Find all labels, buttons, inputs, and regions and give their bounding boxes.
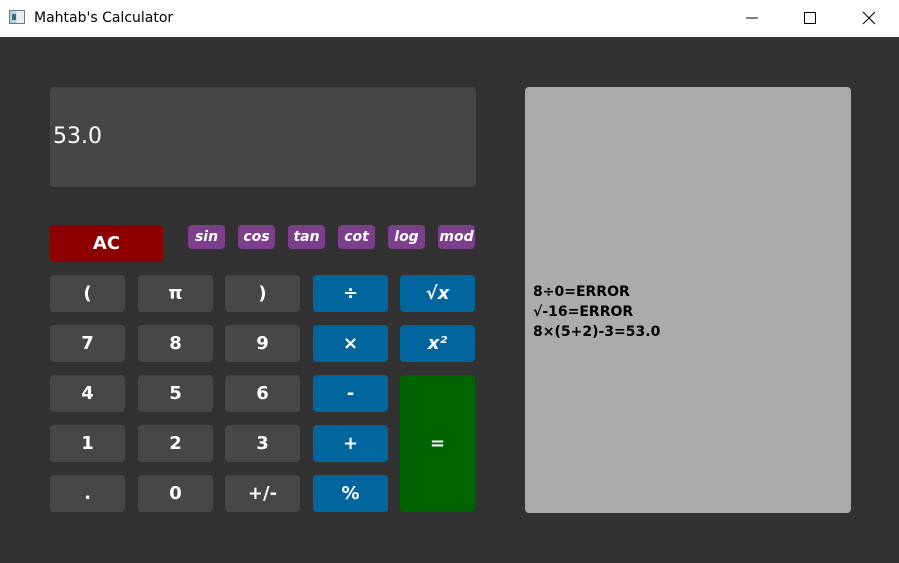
- close-icon: [862, 11, 876, 25]
- divide-button[interactable]: ÷: [313, 275, 388, 312]
- history-entry: √-16=ERROR: [533, 304, 634, 320]
- add-button[interactable]: +: [313, 425, 388, 462]
- clear-button[interactable]: AC: [50, 225, 163, 262]
- digit-0-button[interactable]: 0: [138, 475, 213, 512]
- digit-9-button[interactable]: 9: [225, 325, 300, 362]
- cot-button[interactable]: cot: [338, 225, 375, 249]
- equals-button[interactable]: =: [400, 375, 475, 512]
- log-button[interactable]: log: [388, 225, 425, 249]
- percent-button[interactable]: %: [313, 475, 388, 512]
- history-list: 8÷0=ERROR √-16=ERROR 8×(5+2)-3=53.0: [533, 282, 660, 342]
- sin-button[interactable]: sin: [188, 225, 225, 249]
- digit-3-button[interactable]: 3: [225, 425, 300, 462]
- minimize-button[interactable]: [723, 0, 781, 37]
- digit-7-button[interactable]: 7: [50, 325, 125, 362]
- negate-button[interactable]: +/-: [225, 475, 300, 512]
- right-paren-button[interactable]: ): [225, 275, 300, 312]
- title-bar: Mahtab's Calculator: [0, 0, 899, 37]
- history-entry: 8×(5+2)-3=53.0: [533, 324, 661, 340]
- history-panel: 8÷0=ERROR √-16=ERROR 8×(5+2)-3=53.0: [525, 87, 851, 513]
- left-paren-button[interactable]: (: [50, 275, 125, 312]
- digit-2-button[interactable]: 2: [138, 425, 213, 462]
- square-button[interactable]: x²: [400, 325, 475, 362]
- display-value: 53.0: [53, 124, 102, 149]
- digit-1-button[interactable]: 1: [50, 425, 125, 462]
- maximize-icon: [804, 12, 816, 24]
- square-root-button[interactable]: √x: [400, 275, 475, 312]
- mod-button[interactable]: mod: [438, 225, 475, 249]
- minimize-icon: [746, 17, 758, 19]
- multiply-button[interactable]: ×: [313, 325, 388, 362]
- decimal-button[interactable]: .: [50, 475, 125, 512]
- pi-button[interactable]: π: [138, 275, 213, 312]
- app-icon: [9, 10, 25, 24]
- calculator-display: 53.0: [50, 87, 476, 187]
- window-title: Mahtab's Calculator: [34, 10, 174, 26]
- close-button[interactable]: [840, 0, 898, 37]
- digit-5-button[interactable]: 5: [138, 375, 213, 412]
- subtract-button[interactable]: -: [313, 375, 388, 412]
- digit-6-button[interactable]: 6: [225, 375, 300, 412]
- digit-4-button[interactable]: 4: [50, 375, 125, 412]
- cos-button[interactable]: cos: [238, 225, 275, 249]
- tan-button[interactable]: tan: [288, 225, 325, 249]
- history-entry: 8÷0=ERROR: [533, 284, 630, 300]
- maximize-button[interactable]: [781, 0, 839, 37]
- digit-8-button[interactable]: 8: [138, 325, 213, 362]
